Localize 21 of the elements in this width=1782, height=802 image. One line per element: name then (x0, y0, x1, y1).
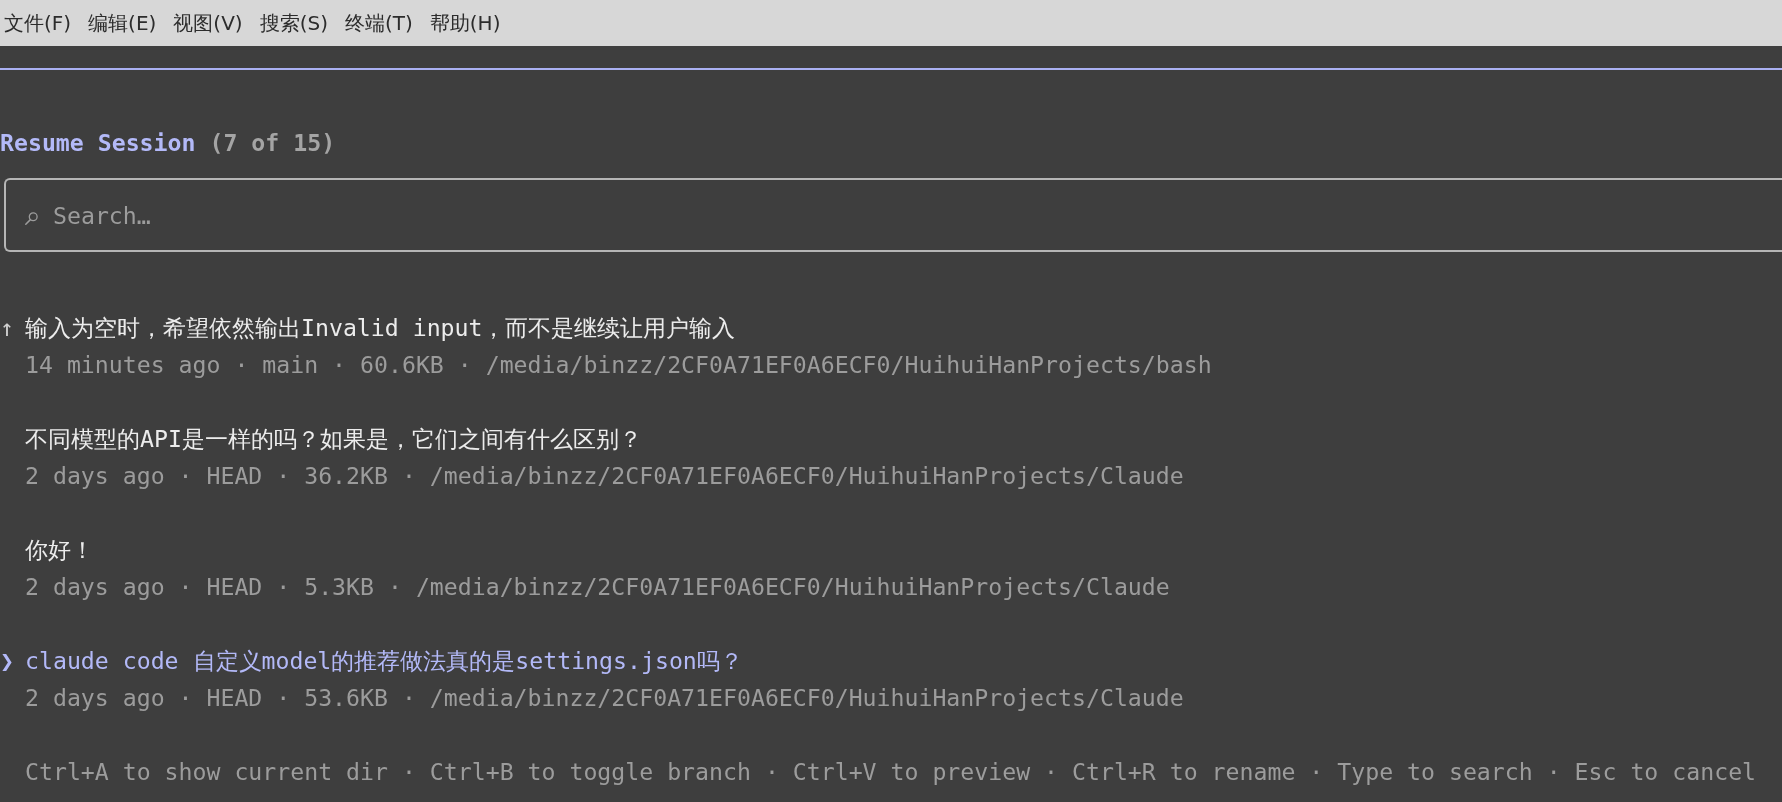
picker-title: Resume Session (0, 128, 196, 158)
menu-item[interactable]: 终端(T) (343, 7, 414, 39)
search-field[interactable]: Search… (4, 178, 1782, 252)
menu-item[interactable]: 编辑(E) (87, 7, 158, 39)
session-details: 2 days ago · HEAD · 53.6KB · /media/binzz/2CF0A71EF0A6ECF0/HuihuiHanProjects/Claude (25, 683, 1184, 713)
session-details: 2 days ago · HEAD · 5.3KB · /media/binzz/2CF0A71EF0A6ECF0/HuihuiHanProjects/Claude (25, 572, 1170, 602)
menu-item[interactable]: 视图(V) (172, 7, 244, 39)
session-details: 2 days ago · HEAD · 36.2KB · /media/binzz/2CF0A71EF0A6ECF0/HuihuiHanProjects/Claude (25, 461, 1184, 491)
session-count: (7 of 15) (209, 128, 336, 158)
menu-item[interactable]: 文件(F) (3, 7, 73, 39)
session-title[interactable]: 你好！ (25, 531, 94, 568)
selection-pointer: ❯ (0, 646, 14, 676)
menu-item[interactable]: 搜索(S) (258, 7, 329, 39)
session-details: 14 minutes ago · main · 60.6KB · /media/binzz/2CF0A71EF0A6ECF0/HuihuiHanProjects/bash (25, 350, 1212, 380)
scroll-up-indicator: ↑ (0, 313, 14, 343)
menu-item[interactable]: 帮助(H) (428, 7, 502, 39)
session-title[interactable]: claude code 自定义model的推荐做法真的是settings.json吗？ (25, 642, 743, 679)
session-title[interactable]: 不同模型的API是一样的吗？如果是，它们之间有什么区别？ (25, 420, 642, 457)
search-icon (25, 212, 38, 225)
keyboard-hints: Ctrl+A to show current dir · Ctrl+B to toggle branch · Ctrl+V to preview · Ctrl+R to rename · Type to search · Esc to cancel (25, 757, 1757, 787)
session-title[interactable]: 输入为空时，希望依然输出Invalid input，而不是继续让用户输入 (25, 309, 736, 346)
